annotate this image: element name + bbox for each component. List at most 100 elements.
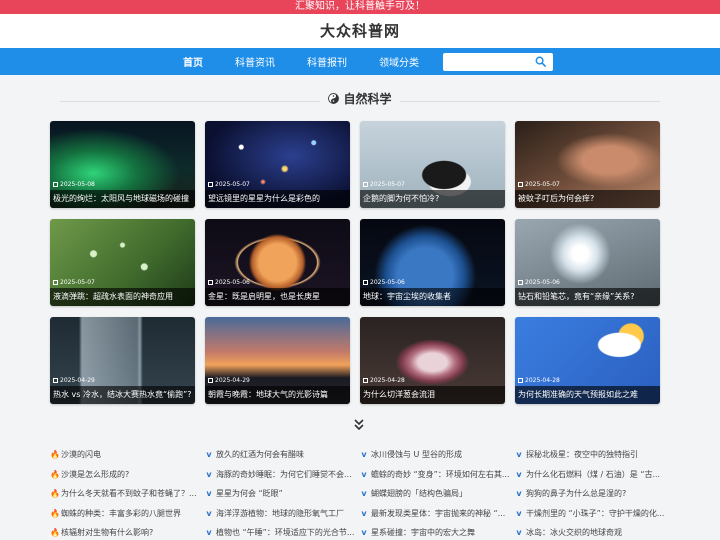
fire-icon: 🔥: [50, 450, 60, 460]
v-icon: v: [361, 489, 367, 499]
fire-icon: 🔥: [50, 508, 60, 518]
list-item[interactable]: v 干燥剂里的 “小珠子”：守护干燥的化...: [515, 504, 670, 524]
promo-text: 汇聚知识，让科普触手可及！: [295, 1, 425, 12]
list-item-text: 植物也 “午睡”：环境适应下的光合节...: [216, 528, 355, 538]
card-title[interactable]: 钻石和铅笔芯，竟有“亲缘”关系?: [515, 288, 660, 306]
card-date-text: 2025-05-08: [60, 181, 95, 188]
article-card[interactable]: 2025-05-08 极光的绚烂：太阳风与地球磁场的碰撞: [50, 121, 195, 208]
card-date: 2025-05-08: [53, 181, 95, 188]
v-icon: v: [361, 469, 367, 479]
article-card[interactable]: 2025-04-29 热水 vs 冷水，结冰大赛热水竟“偷跑”?: [50, 317, 195, 404]
card-date-text: 2025-04-29: [215, 377, 250, 384]
card-title[interactable]: 企鹅的脚为何不怕冷?: [360, 190, 505, 208]
fire-icon: 🔥: [50, 489, 60, 499]
card-date: 2025-05-06: [363, 279, 405, 286]
list-item-text: 为什么化石燃料（煤 / 石油）是 “古...: [526, 469, 661, 479]
list-item[interactable]: v 蝴蝶翅膀的「结构色骗局」: [360, 484, 515, 504]
article-card[interactable]: 2025-04-28 为何长期准确的天气预报如此之难: [515, 317, 660, 404]
v-icon: v: [516, 489, 522, 499]
list-item[interactable]: 🔥 为什么冬天就看不到蚊子和苍蝇了？...: [50, 484, 205, 504]
fire-icon: 🔥: [50, 528, 60, 538]
article-card[interactable]: 2025-05-07 被蚊子叮后为何会痒?: [515, 121, 660, 208]
article-card[interactable]: 2025-05-07 望远镜里的星星为什么是彩色的: [205, 121, 350, 208]
v-icon: v: [516, 528, 522, 538]
v-icon: v: [206, 489, 212, 499]
v-icon: v: [361, 450, 367, 460]
v-icon: v: [206, 528, 212, 538]
double-chevron-down-icon: [354, 419, 364, 431]
v-icon: v: [516, 469, 522, 479]
list-item[interactable]: 🔥 核辐射对生物有什么影响?: [50, 523, 205, 540]
v-icon: v: [516, 450, 522, 460]
card-date-text: 2025-05-07: [215, 181, 250, 188]
article-card[interactable]: 2025-05-06 地球：宇宙尘埃的收集者: [360, 219, 505, 306]
list-item[interactable]: v 狗狗的鼻子为什么总是湿的?: [515, 484, 670, 504]
search-icon: [535, 56, 546, 67]
list-item[interactable]: v 为什么化石燃料（煤 / 石油）是 “古...: [515, 465, 670, 485]
list-item[interactable]: v 星星为何会 “眨眼”: [205, 484, 360, 504]
card-title[interactable]: 热水 vs 冷水，结冰大赛热水竟“偷跑”?: [50, 386, 195, 404]
v-icon: v: [516, 508, 522, 518]
nav-item-journals[interactable]: 科普报刊: [307, 54, 347, 69]
card-title[interactable]: 为何长期准确的天气预报如此之难: [515, 386, 660, 404]
search-box: [443, 52, 553, 71]
card-date-text: 2025-05-06: [370, 279, 405, 286]
list-item-text: 沙漠是怎么形成的?: [61, 469, 130, 479]
v-icon: v: [206, 469, 212, 479]
card-date-text: 2025-05-06: [215, 279, 250, 286]
card-title[interactable]: 望远镜里的星星为什么是彩色的: [205, 190, 350, 208]
card-title[interactable]: 为什么切洋葱会流泪: [360, 386, 505, 404]
article-card[interactable]: 2025-05-07 液滴弹跳：超疏水表面的神奇应用: [50, 219, 195, 306]
card-date: 2025-05-07: [518, 181, 560, 188]
search-input[interactable]: [443, 53, 531, 70]
site-logo-text[interactable]: 大众科普网: [320, 22, 400, 40]
card-title[interactable]: 极光的绚烂：太阳风与地球磁场的碰撞: [50, 190, 195, 208]
list-item[interactable]: v 植物也 “午睡”：环境适应下的光合节...: [205, 523, 360, 540]
list-item[interactable]: v 放久的红酒为何会有醋味: [205, 445, 360, 465]
article-card[interactable]: 2025-04-29 朝霞与晚霞：地球大气的光影诗篇: [205, 317, 350, 404]
v-icon: v: [361, 528, 367, 538]
article-card[interactable]: 2025-05-07 企鹅的脚为何不怕冷?: [360, 121, 505, 208]
list-item[interactable]: v 海豚的奇妙睡眠：为何它们睡觉不会...: [205, 465, 360, 485]
list-item[interactable]: v 星系碰撞：宇宙中的宏大之舞: [360, 523, 515, 540]
list-item[interactable]: 🔥 蜘蛛的种类：丰富多彩的八腿世界: [50, 504, 205, 524]
card-date: 2025-05-06: [208, 279, 250, 286]
card-title[interactable]: 朝霞与晚霞：地球大气的光影诗篇: [205, 386, 350, 404]
nav-item-news[interactable]: 科普资讯: [235, 54, 275, 69]
card-title[interactable]: 液滴弹跳：超疏水表面的神奇应用: [50, 288, 195, 306]
card-date: 2025-05-07: [53, 279, 95, 286]
list-item-text: 为什么冬天就看不到蚊子和苍蝇了？...: [61, 489, 197, 499]
article-card[interactable]: 2025-05-06 金星：既是启明星，也是长庚星: [205, 219, 350, 306]
card-date: 2025-04-28: [363, 377, 405, 384]
card-title[interactable]: 金星：既是启明星，也是长庚星: [205, 288, 350, 306]
list-item-text: 蜘蛛的种类：丰富多彩的八腿世界: [61, 508, 181, 518]
article-card[interactable]: 2025-04-28 为什么切洋葱会流泪: [360, 317, 505, 404]
search-button[interactable]: [531, 53, 549, 71]
card-title[interactable]: 被蚊子叮后为何会痒?: [515, 190, 660, 208]
list-item[interactable]: 🔥 沙漠是怎么形成的?: [50, 465, 205, 485]
fire-icon: 🔥: [50, 469, 60, 479]
list-item[interactable]: 🔥 沙漠的闪电: [50, 445, 205, 465]
list-item-text: 探秘北极星：夜空中的独特指引: [526, 450, 638, 460]
load-more-button[interactable]: [352, 417, 366, 431]
article-link-list: 🔥 沙漠的闪电 v 放久的红酒为何会有醋味 v 冰川侵蚀与 U 型谷的形成 v 探秘北极星：夜…: [50, 445, 670, 540]
list-item-text: 冰川侵蚀与 U 型谷的形成: [371, 450, 462, 460]
list-item[interactable]: v 冰岛：冰火交织的地球奇观: [515, 523, 670, 540]
list-item[interactable]: v 海洋浮游植物：地球的隐形氧气工厂: [205, 504, 360, 524]
list-item[interactable]: v 最新发现类星体：宇宙抛来的神秘 “...: [360, 504, 515, 524]
nav-item-home[interactable]: 首页: [183, 54, 203, 69]
list-item[interactable]: v 冰川侵蚀与 U 型谷的形成: [360, 445, 515, 465]
list-item-text: 最新发现类星体：宇宙抛来的神秘 “...: [371, 508, 506, 518]
site-header: 大众科普网: [0, 14, 720, 48]
list-item[interactable]: v 探秘北极星：夜空中的独特指引: [515, 445, 670, 465]
card-title[interactable]: 地球：宇宙尘埃的收集者: [360, 288, 505, 306]
nav-item-categories[interactable]: 领域分类: [379, 54, 419, 69]
list-item-text: 狗狗的鼻子为什么总是湿的?: [526, 489, 627, 499]
list-item[interactable]: v 蟾蜍的奇妙 “变身”：环境如何左右其...: [360, 465, 515, 485]
list-item-text: 海豚的奇妙睡眠：为何它们睡觉不会...: [216, 469, 352, 479]
card-date: 2025-04-28: [518, 377, 560, 384]
list-item-text: 海洋浮游植物：地球的隐形氧气工厂: [216, 508, 344, 518]
list-item-text: 星星为何会 “眨眼”: [216, 489, 283, 499]
article-card[interactable]: 2025-05-06 钻石和铅笔芯，竟有“亲缘”关系?: [515, 219, 660, 306]
card-date: 2025-05-06: [518, 279, 560, 286]
